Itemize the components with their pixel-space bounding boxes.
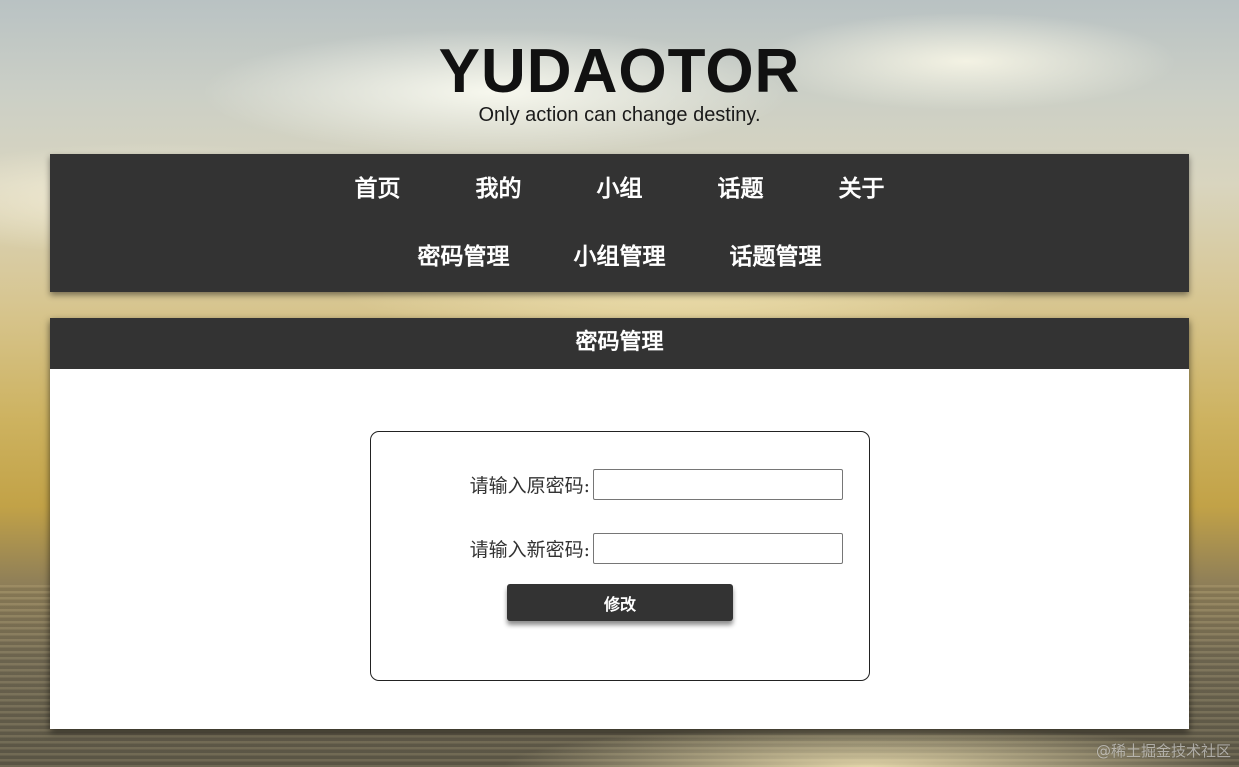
nav-item-password-management[interactable]: 密码管理 <box>418 237 510 271</box>
nav-item-topic-management[interactable]: 话题管理 <box>730 237 822 271</box>
old-password-input[interactable] <box>593 469 843 500</box>
new-password-label: 请输入新密码: <box>469 539 590 561</box>
main-nav: 首页 我的 小组 话题 关于 密码管理 小组管理 话题管理 <box>50 154 1189 292</box>
nav-item-home[interactable]: 首页 <box>317 169 438 203</box>
nav-item-about[interactable]: 关于 <box>801 169 922 203</box>
password-panel: 密码管理 请输入原密码: 请输入新密码: 修改 <box>50 318 1189 729</box>
site-title: YUDAOTOR <box>438 37 801 106</box>
new-password-row: 请输入新密码: <box>371 533 869 565</box>
nav-item-mine[interactable]: 我的 <box>438 169 559 203</box>
modify-button[interactable]: 修改 <box>507 584 733 621</box>
password-form: 请输入原密码: 请输入新密码: 修改 <box>370 431 870 681</box>
watermark: @稀土掘金技术社区 <box>1095 742 1231 760</box>
nav-item-topics[interactable]: 话题 <box>680 169 801 203</box>
old-password-label: 请输入原密码: <box>469 475 590 497</box>
nav-item-group-management[interactable]: 小组管理 <box>574 237 666 271</box>
new-password-input[interactable] <box>593 533 843 564</box>
site-header: YUDAOTOR Only action can change destiny. <box>0 38 1239 127</box>
panel-title: 密码管理 <box>50 318 1189 369</box>
old-password-row: 请输入原密码: <box>371 469 869 501</box>
nav-row-primary: 首页 我的 小组 话题 关于 <box>50 168 1189 204</box>
nav-item-groups[interactable]: 小组 <box>559 169 680 203</box>
site-slogan: Only action can change destiny. <box>478 104 761 126</box>
nav-row-admin: 密码管理 小组管理 话题管理 <box>50 236 1189 272</box>
